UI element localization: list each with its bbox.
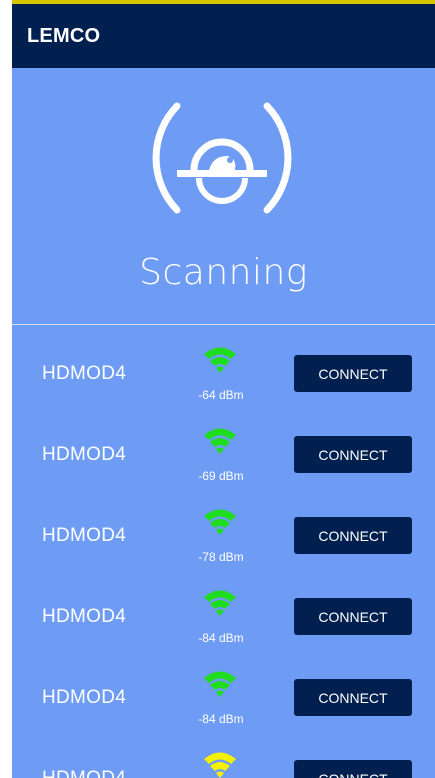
signal-strength: -84 dBm xyxy=(198,712,244,726)
wifi-signal-icon xyxy=(204,428,236,454)
device-list: HDMOD4 -64 dBm CONNECT HDMOD4 -69 dBm CO… xyxy=(12,325,435,778)
device-name: HDMOD4 xyxy=(42,525,127,546)
device-row: HDMOD4 -78 dBm CONNECT xyxy=(12,487,435,568)
device-name: HDMOD4 xyxy=(42,768,126,778)
signal-strength: -84 dBm xyxy=(198,631,244,645)
device-row: HDMOD4 -64 dBm CONNECT xyxy=(12,325,435,406)
signal-strength: -78 dBm xyxy=(198,550,244,564)
device-name: HDMOD4 xyxy=(42,444,127,465)
connect-button[interactable]: CONNECT xyxy=(294,355,412,392)
app-frame: LEMCO Scanning HDMOD4 -64 dBm CONNECT HD… xyxy=(12,0,435,778)
wifi-signal-icon xyxy=(204,590,236,616)
connect-button[interactable]: CONNECT xyxy=(294,517,412,554)
wifi-signal-icon xyxy=(204,509,236,535)
device-name: HDMOD4 xyxy=(42,606,127,627)
connect-button[interactable]: CONNECT xyxy=(294,760,412,778)
signal-strength: -64 dBm xyxy=(198,388,244,402)
wifi-signal-icon xyxy=(204,671,236,697)
wifi-signal-icon xyxy=(204,347,236,373)
device-row: HDMOD4 -84 dBm CONNECT xyxy=(12,568,435,649)
device-row: HDMOD4 -84 dBm CONNECT xyxy=(12,649,435,730)
scan-panel: Scanning xyxy=(12,68,435,324)
app-bar: LEMCO xyxy=(12,4,435,68)
device-row: HDMOD4 -69 dBm CONNECT xyxy=(12,406,435,487)
wifi-signal-icon xyxy=(204,752,236,778)
connect-button[interactable]: CONNECT xyxy=(294,436,412,473)
scan-status-text: Scanning xyxy=(139,252,308,293)
connect-button[interactable]: CONNECT xyxy=(294,598,412,635)
connect-button[interactable]: CONNECT xyxy=(294,679,412,716)
device-name: HDMOD4 xyxy=(42,687,127,708)
app-title: LEMCO xyxy=(27,24,101,47)
device-row: HDMOD4 CONNECT xyxy=(12,730,435,778)
scanning-radar-icon xyxy=(152,102,292,214)
signal-strength: -69 dBm xyxy=(198,469,244,483)
device-name: HDMOD4 xyxy=(42,363,127,384)
